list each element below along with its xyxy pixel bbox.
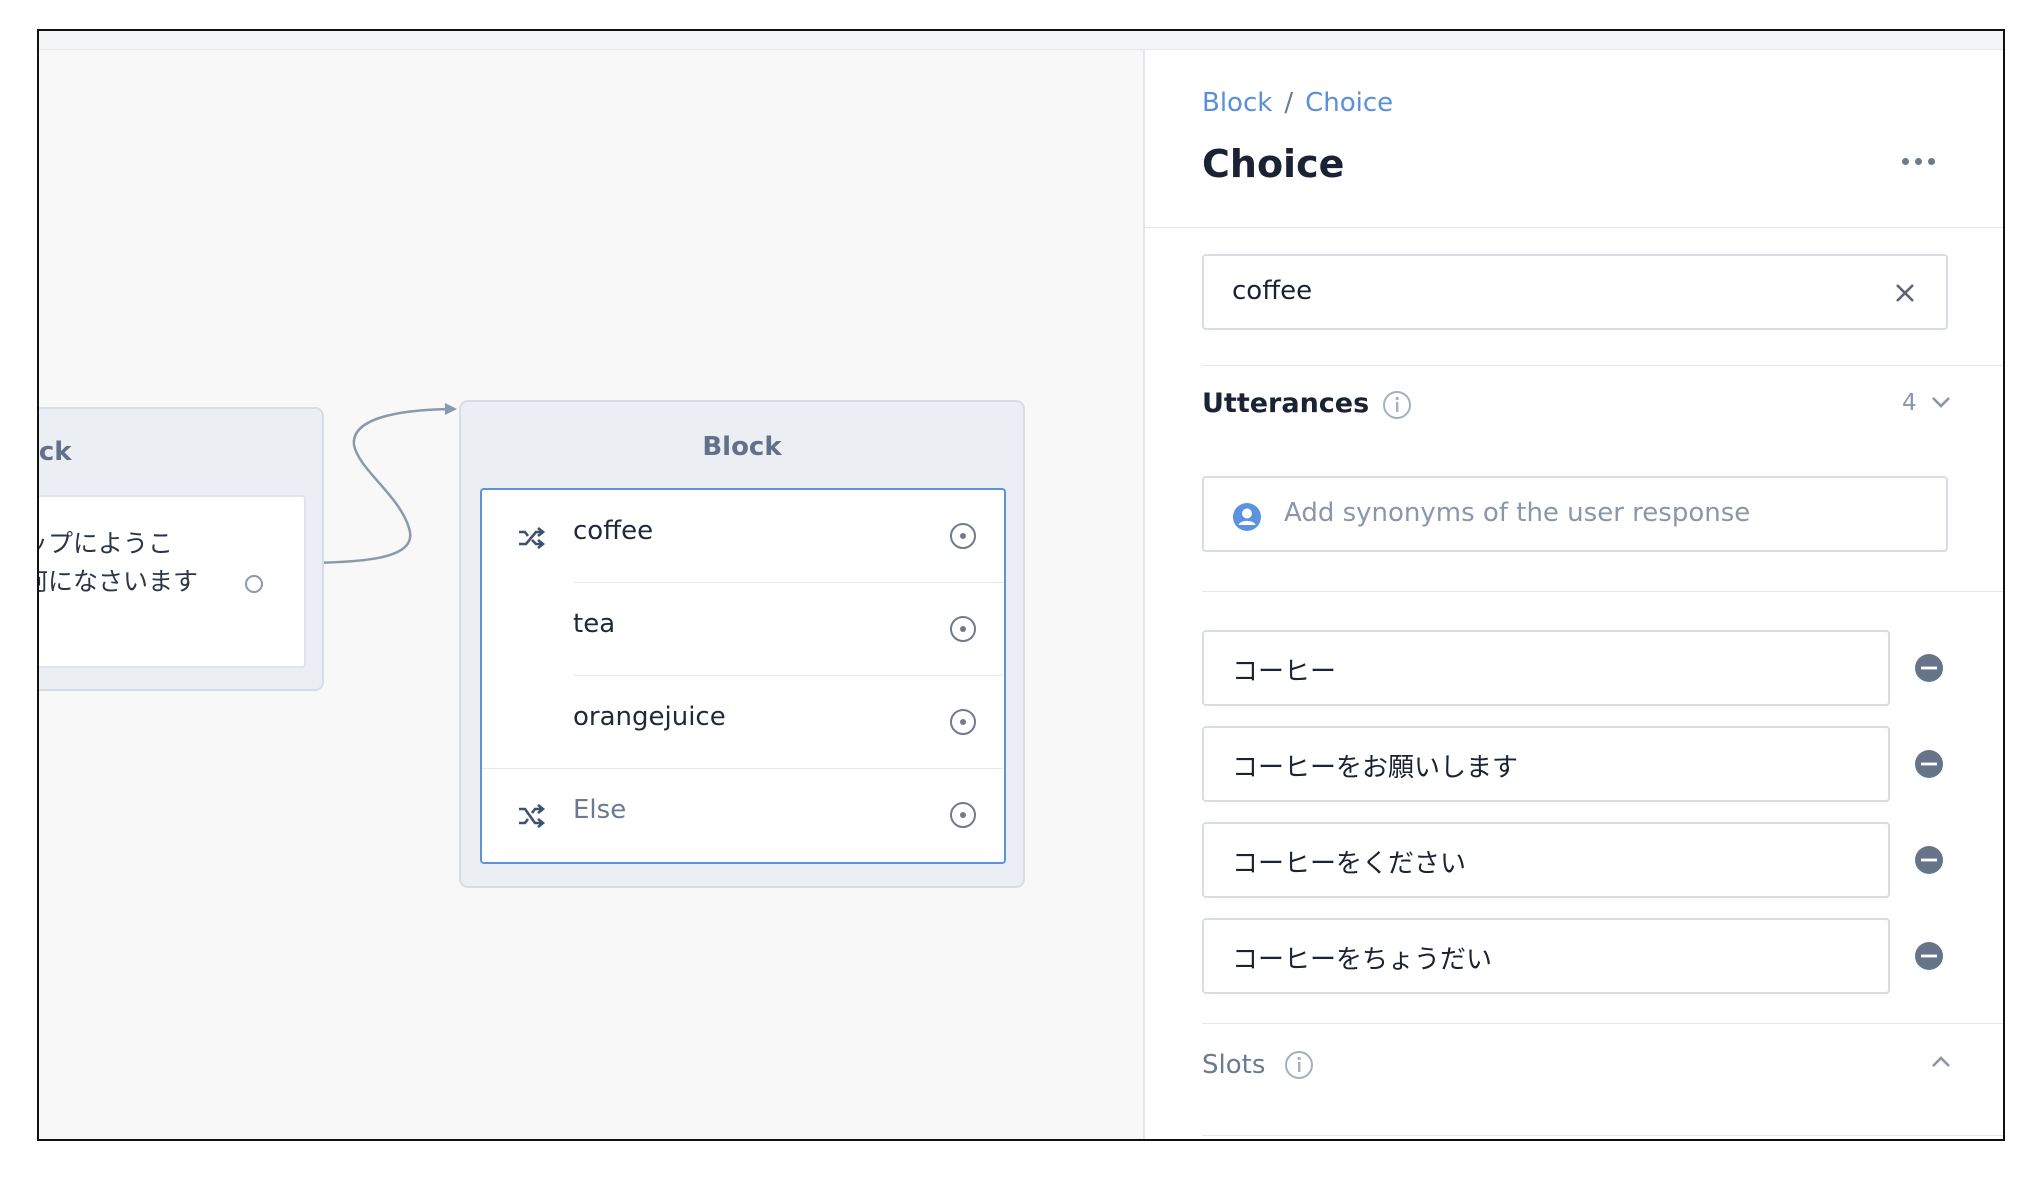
divider: [1202, 365, 2003, 366]
utterance-text: コーヒーをお願いします: [1232, 753, 1519, 783]
choice-option-label: orangejuice: [573, 702, 726, 732]
utterance-text: コーヒーをください: [1232, 849, 1467, 879]
breadcrumb: Block / Choice: [1202, 88, 1393, 118]
utterance-item[interactable]: コーヒー: [1202, 630, 1890, 706]
choice-option[interactable]: tea: [482, 583, 1004, 676]
shuffle-icon: [519, 803, 546, 829]
choice-option[interactable]: orangejuice: [482, 676, 1004, 769]
properties-panel: Block / Choice Choice coffee Utterances 4: [1143, 50, 2003, 1139]
split-arrows-icon: [519, 526, 546, 550]
flow-canvas[interactable]: ock ップにようこ 何になさいます Block coffee: [39, 50, 1143, 1139]
option-port[interactable]: [950, 802, 976, 828]
divider: [1202, 1023, 2003, 1024]
app-window: ock ップにようこ 何になさいます Block coffee: [37, 29, 2005, 1141]
block-title: ock: [39, 437, 72, 467]
divider: [1202, 591, 2003, 592]
more-options-button[interactable]: [1900, 152, 1940, 172]
choice-option[interactable]: coffee: [482, 490, 1004, 583]
page-title: Choice: [1202, 142, 1345, 186]
choice-option-label: Else: [573, 795, 627, 825]
chevron-up-icon[interactable]: [1927, 1048, 1955, 1076]
divider: [1202, 1135, 2003, 1136]
breadcrumb-item-choice[interactable]: Choice: [1305, 88, 1393, 118]
utterance-item[interactable]: コーヒーをちょうだい: [1202, 918, 1890, 994]
user-icon: [1233, 503, 1261, 531]
choice-option-label: tea: [573, 609, 616, 639]
output-port[interactable]: [245, 575, 263, 593]
choice-options-list: coffee tea orangejuice Else: [480, 488, 1006, 864]
add-synonym-input[interactable]: Add synonyms of the user response: [1202, 476, 1948, 552]
choice-name-value: coffee: [1232, 276, 1313, 306]
utterance-text: コーヒー: [1232, 657, 1337, 687]
divider: [1145, 227, 2003, 228]
info-icon[interactable]: [1382, 390, 1412, 420]
remove-icon[interactable]: [1914, 749, 1944, 779]
breadcrumb-separator: /: [1284, 88, 1294, 118]
remove-icon[interactable]: [1914, 941, 1944, 971]
message-card[interactable]: ップにようこ 何になさいます: [39, 495, 306, 668]
utterance-item[interactable]: コーヒーをください: [1202, 822, 1890, 898]
choice-block[interactable]: Block coffee tea orangejuice Else: [459, 400, 1025, 888]
remove-icon[interactable]: [1914, 653, 1944, 683]
utterance-item[interactable]: コーヒーをお願いします: [1202, 726, 1890, 802]
utterances-count: 4: [1902, 390, 1917, 416]
choice-name-input[interactable]: coffee: [1202, 254, 1948, 330]
choice-option-label: coffee: [573, 516, 654, 546]
breadcrumb-item-block[interactable]: Block: [1202, 88, 1272, 118]
remove-icon[interactable]: [1914, 845, 1944, 875]
option-port[interactable]: [950, 616, 976, 642]
top-bar: [39, 31, 2003, 50]
info-icon[interactable]: [1284, 1050, 1314, 1080]
option-port[interactable]: [950, 523, 976, 549]
choice-option-else[interactable]: Else: [482, 769, 1004, 862]
message-block[interactable]: ock ップにようこ 何になさいます: [39, 407, 324, 691]
slots-heading: Slots: [1202, 1050, 1266, 1080]
block-title: Block: [702, 432, 782, 462]
message-text: ップにようこ 何になさいます: [39, 529, 199, 596]
utterance-text: コーヒーをちょうだい: [1232, 945, 1493, 975]
placeholder-text: Add synonyms of the user response: [1284, 498, 1751, 528]
close-icon[interactable]: [1890, 278, 1920, 308]
option-port[interactable]: [950, 709, 976, 735]
chevron-down-icon[interactable]: [1927, 388, 1955, 416]
utterances-heading: Utterances: [1202, 388, 1370, 419]
